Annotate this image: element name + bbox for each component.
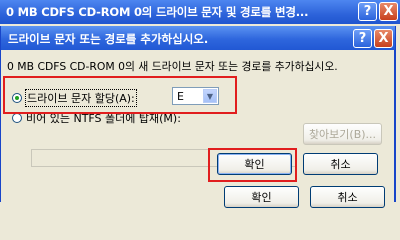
ok-button[interactable]: 확인 [217, 153, 292, 175]
mount-folder-option[interactable]: 비어 있는 NTFS 폴더에 탑재(M): [12, 110, 181, 126]
mount-folder-radio[interactable] [12, 113, 22, 123]
background-ok-label: 확인 [251, 191, 272, 204]
background-help-button[interactable]: ? [358, 2, 377, 21]
dialog-titlebar: 드라이브 문자 또는 경로를 추가하십시오. ? X [1, 26, 395, 50]
ok-button-label: 확인 [244, 158, 265, 171]
add-drive-letter-dialog: 드라이브 문자 또는 경로를 추가하십시오. ? X 0 MB CDFS CD-… [0, 26, 396, 202]
mount-folder-label[interactable]: 비어 있는 NTFS 폴더에 탑재(M): [26, 110, 181, 126]
drive-letter-value: E [177, 90, 184, 103]
dialog-help-button[interactable]: ? [353, 29, 372, 48]
cancel-button-label: 취소 [330, 158, 351, 171]
background-titlebar: 0 MB CDFS CD-ROM 0의 드라이브 문자 및 경로를 변경... … [0, 0, 400, 24]
dialog-instruction: 0 MB CDFS CD-ROM 0의 새 드라이브 문자 또는 경로를 추가하… [7, 60, 338, 73]
dialog-title: 드라이브 문자 또는 경로를 추가하십시오. [8, 32, 209, 46]
background-cancel-label: 취소 [337, 191, 358, 204]
background-dialog-title: 0 MB CDFS CD-ROM 0의 드라이브 문자 및 경로를 변경... [6, 5, 309, 19]
background-ok-button[interactable]: 확인 [224, 186, 299, 208]
assign-letter-option[interactable]: 드라이브 문자 할당(A): [12, 89, 137, 107]
background-cancel-button[interactable]: 취소 [310, 186, 385, 208]
chevron-down-icon[interactable]: ▼ [203, 89, 217, 103]
browse-button-label: 찾아보기(B)... [308, 128, 377, 141]
close-icon: X [378, 31, 389, 46]
browse-button[interactable]: 찾아보기(B)... [303, 123, 382, 145]
help-icon: ? [363, 4, 372, 19]
assign-letter-label[interactable]: 드라이브 문자 할당(A): [25, 89, 137, 107]
help-icon: ? [358, 31, 367, 46]
close-icon: X [383, 4, 394, 19]
drive-letter-select[interactable]: E ▼ [172, 87, 219, 105]
dialog-close-button[interactable]: X [374, 29, 393, 48]
assign-letter-radio[interactable] [12, 93, 22, 103]
background-close-button[interactable]: X [379, 2, 398, 21]
cancel-button[interactable]: 취소 [303, 153, 378, 175]
